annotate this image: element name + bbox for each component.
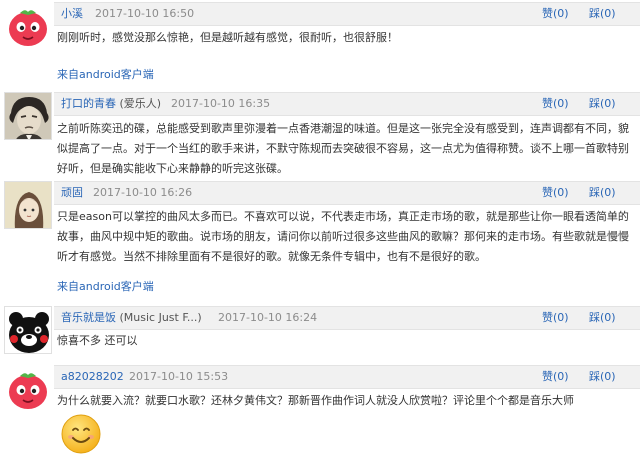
smiley-face-icon (60, 413, 102, 458)
comment-date: 2017-10-10 16:24 (218, 311, 318, 324)
comment-item: 小溪 2017-10-10 16:50 赞(0) 踩(0) 刚刚听时，感觉没那么… (0, 0, 640, 88)
comment-header: 打口的青春 (爱乐人) 2017-10-10 16:35 赞(0) 踩(0) (54, 92, 640, 116)
like-button[interactable]: 赞(0) (542, 182, 569, 203)
avatar[interactable] (4, 181, 52, 229)
client-source-link[interactable]: 来自android客户端 (57, 66, 154, 82)
like-button[interactable]: 赞(0) (542, 366, 569, 387)
kumamon-bear-icon (5, 307, 51, 353)
comment-date: 2017-10-10 16:35 (171, 97, 271, 110)
avatar[interactable] (4, 2, 52, 50)
comment-header: 顽固 2017-10-10 16:26 赞(0) 踩(0) (54, 181, 640, 205)
avatar[interactable] (4, 92, 52, 140)
username[interactable]: a82028202 (61, 366, 124, 387)
dislike-button[interactable]: 踩(0) (589, 307, 616, 328)
avatar[interactable] (4, 365, 52, 413)
user-tag: (Music Just F...) (119, 311, 202, 324)
avatar[interactable] (4, 306, 52, 354)
comment-date: 2017-10-10 15:53 (129, 370, 229, 383)
comment-date: 2017-10-10 16:50 (95, 7, 195, 20)
beethoven-portrait-icon (5, 93, 51, 139)
comment-header: 音乐就是饭 (Music Just F...) 2017-10-10 16:24… (54, 306, 640, 330)
comment-header: 小溪 2017-10-10 16:50 赞(0) 踩(0) (54, 2, 640, 26)
dislike-button[interactable]: 踩(0) (589, 93, 616, 114)
comment-item: 音乐就是饭 (Music Just F...) 2017-10-10 16:24… (0, 306, 640, 362)
username[interactable]: 打口的青春 (爱乐人) (61, 93, 161, 114)
red-tomato-face-icon (4, 2, 52, 50)
comment-text: 为什么就要入流？就要口水歌？还林夕黄伟文？那新晋作曲作词人就没人欣赏啦？评论里个… (57, 394, 574, 407)
anime-girl-icon (5, 182, 51, 228)
user-tag: (爱乐人) (119, 97, 162, 110)
like-button[interactable]: 赞(0) (542, 93, 569, 114)
dislike-button[interactable]: 踩(0) (589, 366, 616, 387)
client-source-link[interactable]: 来自android客户端 (57, 278, 154, 294)
comment-header: a82028202 2017-10-10 15:53 赞(0) 踩(0) (54, 365, 640, 389)
like-button[interactable]: 赞(0) (542, 307, 569, 328)
username[interactable]: 小溪 (61, 3, 83, 24)
red-tomato-face-icon (4, 365, 52, 413)
comment-text: 只是eason可以掌控的曲风太多而已。不喜欢可以说，不代表走市场，真正走市场的歌… (57, 210, 629, 263)
dislike-button[interactable]: 踩(0) (589, 182, 616, 203)
like-button[interactable]: 赞(0) (542, 3, 569, 24)
dislike-button[interactable]: 踩(0) (589, 3, 616, 24)
comment-date: 2017-10-10 16:26 (93, 186, 193, 199)
comment-item: a82028202 2017-10-10 15:53 赞(0) 踩(0) 为什么… (0, 365, 640, 458)
username[interactable]: 顽固 (61, 182, 83, 203)
comment-text: 之前听陈奕迅的碟，总能感受到歌声里弥漫着一点香港潮湿的味道。但是这一张完全没有感… (57, 122, 629, 175)
comment-text: 刚刚听时，感觉没那么惊艳，但是越听越有感觉，很耐听，也很舒服！ (57, 31, 398, 44)
comment-item: 顽固 2017-10-10 16:26 赞(0) 踩(0) 只是eason可以掌… (0, 181, 640, 301)
comment-item: 打口的青春 (爱乐人) 2017-10-10 16:35 赞(0) 踩(0) 之… (0, 92, 640, 178)
username[interactable]: 音乐就是饭 (Music Just F...) (61, 307, 202, 328)
comment-text: 惊喜不多 还可以 (57, 334, 138, 347)
